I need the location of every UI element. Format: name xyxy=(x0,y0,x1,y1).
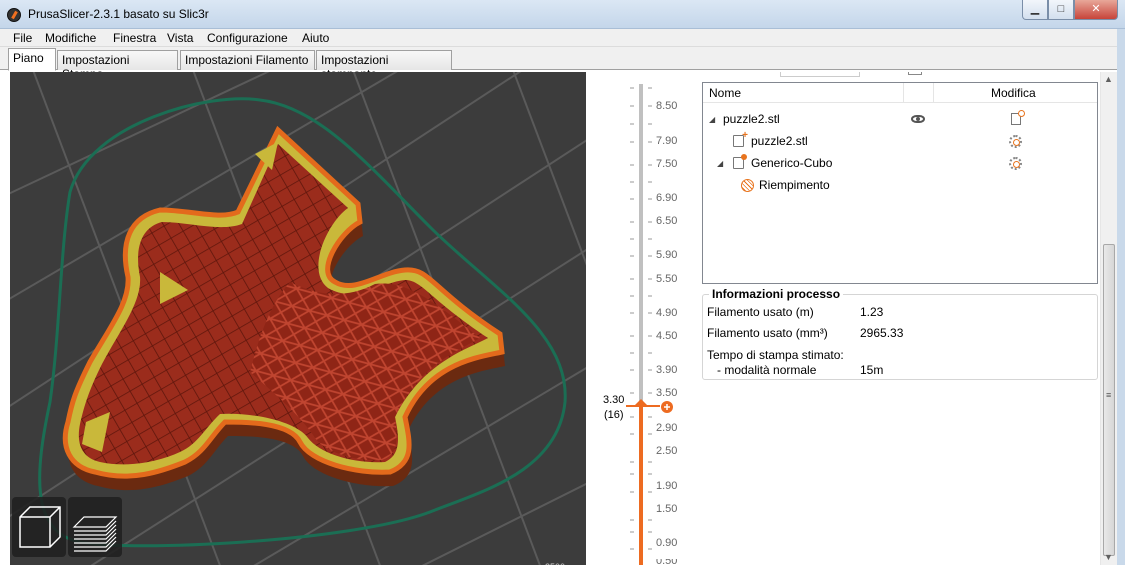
minimize-button[interactable]: ▁ xyxy=(1022,0,1048,20)
column-name-header[interactable]: Nome xyxy=(709,86,741,100)
tick-label: 0.50 xyxy=(656,559,678,565)
modifier-icon xyxy=(733,154,747,169)
process-info-box: Informazioni processo Filamento usato (m… xyxy=(702,287,1098,380)
prusaslicer-logo-icon xyxy=(7,8,21,22)
setting-label: Riempimento xyxy=(759,178,830,192)
print-time-label: Tempo di stampa stimato: xyxy=(707,348,844,362)
object-label: puzzle2.stl xyxy=(723,112,780,126)
cube-icon xyxy=(19,506,61,548)
checkbox-edge[interactable] xyxy=(908,72,922,75)
list-item-setting[interactable]: Riempimento xyxy=(703,175,1097,197)
tick-label: 2.50 xyxy=(656,445,678,457)
collapse-icon[interactable]: ◢ xyxy=(717,159,723,168)
menu-modifiche[interactable]: Modifiche xyxy=(45,31,96,45)
combo-box-edge[interactable] xyxy=(780,72,860,77)
tick-label: 5.90 xyxy=(656,249,678,261)
tick-label: 7.90 xyxy=(656,135,678,147)
tab-impostazioni-stampa[interactable]: Impostazioni Stampa xyxy=(57,50,178,81)
list-item-object[interactable]: ◢ puzzle2.stl xyxy=(703,109,1097,131)
tab-impostazioni-stampante[interactable]: Impostazioni stampante xyxy=(316,50,452,81)
tick-label: 1.90 xyxy=(656,480,678,492)
tick-label: 2.90 xyxy=(656,422,678,434)
modifier-label: Generico-Cubo xyxy=(751,156,833,170)
normal-mode-value: 15m xyxy=(860,363,884,377)
layer-slider[interactable]: 8.50 7.90 7.50 6.90 6.50 5.90 5.50 4.90 … xyxy=(586,72,696,565)
window-title: PrusaSlicer-2.3.1 basato su Slic3r xyxy=(28,7,209,21)
gear-icon[interactable] xyxy=(1009,135,1022,148)
tick-label: 6.90 xyxy=(656,192,678,204)
tick-label: 4.90 xyxy=(656,307,678,319)
tick-label: 5.50 xyxy=(656,273,678,285)
infill-icon xyxy=(741,179,754,192)
tab-bar: Piano Impostazioni Stampa Impostazioni F… xyxy=(0,47,1125,81)
tick-label: 0.90 xyxy=(656,537,678,549)
eye-icon[interactable] xyxy=(911,115,925,123)
tab-impostazioni-filamento[interactable]: Impostazioni Filamento xyxy=(180,50,315,70)
list-item-part[interactable]: + puzzle2.stl xyxy=(703,130,1097,153)
menu-aiuto[interactable]: Aiuto xyxy=(302,31,329,45)
maximize-button[interactable]: □ xyxy=(1048,0,1074,20)
layers-icon xyxy=(72,516,118,552)
layer-slider-track xyxy=(626,84,673,565)
gear-icon[interactable] xyxy=(1009,157,1022,170)
edit-object-icon[interactable] xyxy=(1011,110,1025,125)
view-3d-button[interactable] xyxy=(12,497,66,557)
normal-mode-label: - modalità normale xyxy=(717,363,817,377)
filament-m-label: Filamento usato (m) xyxy=(707,305,814,319)
sidebar-panel: Nome Modifica ◢ puzzle2.stl + puzzle2.st… xyxy=(696,72,1125,565)
part-label: puzzle2.stl xyxy=(751,134,808,148)
current-layer-height: 3.30 xyxy=(603,394,625,406)
filament-mm3-label: Filamento usato (mm³) xyxy=(707,326,828,340)
collapse-icon[interactable]: ◢ xyxy=(709,115,715,124)
3d-preview-canvas[interactable]: 2500 xyxy=(10,72,586,565)
view-preview-button[interactable] xyxy=(68,497,122,557)
menu-vista[interactable]: Vista xyxy=(167,31,193,45)
title-bar: PrusaSlicer-2.3.1 basato su Slic3r ▁ □ ✕ xyxy=(0,0,1125,29)
window-border xyxy=(1117,29,1125,565)
menu-configurazione[interactable]: Configurazione xyxy=(207,31,288,45)
tick-label: 3.50 xyxy=(656,387,678,399)
sliced-model-preview: 2500 xyxy=(10,72,586,565)
sidebar-scrollbar[interactable]: ▲ ≡ ▼ xyxy=(1100,72,1117,565)
scrollbar-thumb[interactable] xyxy=(1103,244,1115,556)
column-edit-header[interactable]: Modifica xyxy=(991,86,1036,100)
slider-thumb[interactable] xyxy=(634,399,648,406)
tick-label: 3.90 xyxy=(656,364,678,376)
object-list-header: Nome Modifica xyxy=(703,83,1097,103)
scroll-up-icon[interactable]: ▲ xyxy=(1104,74,1113,84)
tick-label: 1.50 xyxy=(656,503,678,515)
tick-label: 7.50 xyxy=(656,158,678,170)
process-info-title: Informazioni processo xyxy=(709,287,844,301)
list-item-modifier[interactable]: ◢ Generico-Cubo xyxy=(703,153,1097,175)
tick-label: 4.50 xyxy=(656,330,678,342)
menu-file[interactable]: File xyxy=(13,31,32,45)
current-layer-number: (16) xyxy=(604,409,624,421)
scroll-down-icon[interactable]: ▼ xyxy=(1104,552,1113,562)
tick-label: 8.50 xyxy=(656,100,678,112)
filament-mm3-value: 2965.33 xyxy=(860,326,904,340)
menu-bar: File Modifiche Finestra Vista Configuraz… xyxy=(0,29,1125,47)
grip-icon: ≡ xyxy=(1106,390,1112,400)
tab-piano[interactable]: Piano xyxy=(8,48,56,71)
menu-finestra[interactable]: Finestra xyxy=(113,31,156,45)
object-list[interactable]: Nome Modifica ◢ puzzle2.stl + puzzle2.st… xyxy=(702,82,1098,284)
tick-label: 6.50 xyxy=(656,215,678,227)
add-part-icon: + xyxy=(733,130,748,147)
filament-m-value: 1.23 xyxy=(860,305,884,319)
close-button[interactable]: ✕ xyxy=(1074,0,1118,20)
